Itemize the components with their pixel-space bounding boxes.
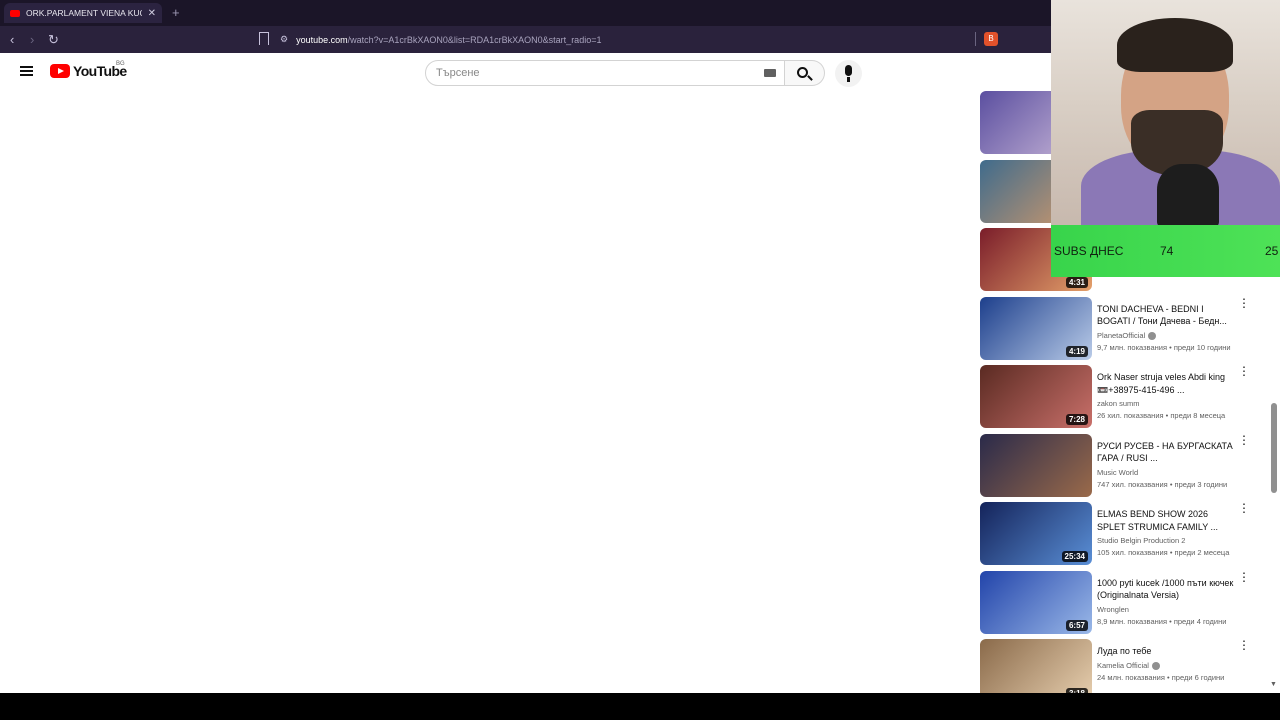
video-duration: 25:34 bbox=[1061, 551, 1088, 562]
more-options-icon[interactable]: ⋮ bbox=[1238, 365, 1250, 377]
video-channel-row: PlanetaOfficial bbox=[1097, 331, 1237, 340]
keyboard-icon[interactable] bbox=[764, 69, 776, 77]
video-meta: Луда по тебе Kamelia Official 24 млн. пока… bbox=[1097, 645, 1237, 682]
video-meta: 1000 pyti kucek /1000 пъти кючек (Origin… bbox=[1097, 577, 1237, 626]
more-options-icon[interactable]: ⋮ bbox=[1238, 502, 1250, 514]
related-video-item[interactable]: 7:28 Ork Naser struja veles Abdi king 📼+3… bbox=[980, 365, 1270, 429]
more-options-icon[interactable]: ⋮ bbox=[1238, 434, 1250, 446]
video-channel[interactable]: Kamelia Official bbox=[1097, 661, 1149, 670]
more-options-icon[interactable]: ⋮ bbox=[1238, 571, 1250, 583]
video-channel-row: Kamelia Official bbox=[1097, 661, 1237, 670]
reload-icon[interactable]: ↻ bbox=[48, 32, 59, 48]
video-title[interactable]: 1000 pyti kucek /1000 пъти кючек (Origin… bbox=[1097, 577, 1237, 602]
webcam-hair bbox=[1117, 18, 1233, 72]
video-channel[interactable]: Studio Belgin Production 2 bbox=[1097, 536, 1185, 545]
video-thumbnail[interactable]: 4:19 bbox=[980, 296, 1092, 360]
scroll-down-arrow-icon[interactable]: ▼ bbox=[1270, 681, 1277, 688]
video-thumbnail[interactable]: 6:57 bbox=[980, 570, 1092, 634]
more-options-icon[interactable]: ⋮ bbox=[1238, 297, 1250, 309]
youtube-logo[interactable]: YouTube BG bbox=[50, 61, 127, 79]
url-host: youtube.com bbox=[296, 34, 348, 45]
subs-value: 74 bbox=[1160, 244, 1174, 258]
video-thumbnail[interactable]: 3:18 bbox=[980, 639, 1092, 693]
webcam-microphone bbox=[1157, 164, 1219, 228]
video-channel-row: Wronglen bbox=[1097, 605, 1237, 614]
forward-icon[interactable]: › bbox=[30, 32, 34, 47]
verified-icon bbox=[1151, 661, 1160, 670]
video-title[interactable]: Ork Naser struja veles Abdi king 📼+38975… bbox=[1097, 371, 1237, 396]
more-options-icon[interactable]: ⋮ bbox=[1238, 639, 1250, 651]
video-title[interactable]: TONI DACHEVA - BEDNI I BOGATI / Тони Дач… bbox=[1097, 303, 1237, 328]
bookmark-icon[interactable] bbox=[259, 32, 269, 45]
video-meta: TONI DACHEVA - BEDNI I BOGATI / Тони Дач… bbox=[1097, 303, 1237, 352]
subs-counter-banner: SUBS ДНЕС 74 25 bbox=[1051, 225, 1280, 277]
related-video-item[interactable]: 3:18 Луда по тебе Kamelia Official 24 млн. … bbox=[980, 639, 1270, 693]
video-stats: 105 хил. показвания • преди 2 месеца bbox=[1097, 548, 1230, 557]
youtube-favicon-icon bbox=[10, 9, 20, 17]
menu-icon[interactable] bbox=[20, 66, 33, 76]
new-tab-button[interactable]: + bbox=[172, 5, 180, 20]
tab-title: ORK.PARLAMENT VIENA KUCHEK bbox=[26, 8, 142, 18]
related-video-item[interactable]: РУСИ РУСЕВ - НА БУРГАСКАТА ГАРА / RUSI .… bbox=[980, 433, 1270, 498]
youtube-play-icon bbox=[50, 64, 70, 78]
video-meta: Ork Naser struja veles Abdi king 📼+38975… bbox=[1097, 371, 1237, 420]
brave-shield-icon[interactable]: B bbox=[984, 32, 998, 46]
video-channel[interactable]: PlanetaOfficial bbox=[1097, 331, 1145, 340]
subs-label: SUBS ДНЕС bbox=[1054, 244, 1124, 258]
url-text: youtube.com/watch?v=A1crBkXAON0&list=RDA… bbox=[296, 35, 601, 45]
scrollbar-thumb[interactable] bbox=[1271, 403, 1277, 493]
url-path: /watch?v=A1crBkXAON0&list=RDA1crBkXAON0&… bbox=[347, 34, 602, 45]
back-icon[interactable]: ‹ bbox=[10, 32, 14, 47]
video-title[interactable]: РУСИ РУСЕВ - НА БУРГАСКАТА ГАРА / RUSI .… bbox=[1097, 440, 1237, 465]
search-input[interactable]: Търсене bbox=[425, 60, 785, 86]
search-button[interactable] bbox=[785, 60, 825, 86]
video-duration: 7:28 bbox=[1065, 414, 1088, 425]
video-channel-row: Music World bbox=[1097, 468, 1237, 477]
video-channel-row: zakon summ bbox=[1097, 399, 1237, 408]
video-stats: 26 хил. показвания • преди 8 месеца bbox=[1097, 411, 1226, 420]
bottom-black-bar bbox=[0, 693, 1280, 720]
related-video-item[interactable]: 4:19 TONI DACHEVA - BEDNI I BOGATI / Тони… bbox=[980, 296, 1270, 361]
video-meta: РУСИ РУСЕВ - НА БУРГАСКАТА ГАРА / RUSI .… bbox=[1097, 440, 1237, 489]
screen: ORK.PARLAMENT VIENA KUCHEK ✕ + ‹ › ↻ ⚙ y… bbox=[0, 0, 1280, 720]
voice-search-icon[interactable] bbox=[835, 60, 862, 87]
video-duration: 6:57 bbox=[1065, 619, 1088, 631]
related-video-item[interactable]: 6:57 1000 pyti kucek /1000 пъти кючек (Or… bbox=[980, 570, 1270, 635]
video-stats: 8,9 млн. показвания • преди 4 години bbox=[1097, 616, 1227, 626]
video-stats: 24 млн. показвания • преди 6 години bbox=[1097, 672, 1225, 682]
toolbar-divider bbox=[975, 32, 976, 46]
country-code: BG bbox=[116, 61, 125, 67]
search-icon bbox=[797, 67, 808, 78]
video-title[interactable]: Луда по тебе bbox=[1097, 645, 1237, 658]
video-channel[interactable]: Music World bbox=[1097, 468, 1138, 477]
video-channel[interactable]: zakon summ bbox=[1097, 399, 1140, 408]
browser-tab[interactable]: ORK.PARLAMENT VIENA KUCHEK ✕ bbox=[4, 3, 162, 23]
url-field[interactable]: ⚙ youtube.com/watch?v=A1crBkXAON0&list=R… bbox=[280, 30, 980, 49]
related-video-item[interactable]: 25:34 ELMAS BEND SHOW 2026 SPLET STRUMICA… bbox=[980, 502, 1270, 566]
video-thumbnail[interactable]: 25:34 bbox=[980, 502, 1092, 565]
webcam-overlay bbox=[1051, 0, 1280, 228]
video-thumbnail[interactable] bbox=[980, 433, 1092, 497]
subs-value-secondary: 25 bbox=[1265, 244, 1279, 258]
video-duration: 4:31 bbox=[1065, 277, 1088, 288]
video-duration: 4:19 bbox=[1065, 345, 1088, 357]
site-info-icon[interactable]: ⚙ bbox=[280, 34, 288, 45]
video-stats: 9,7 млн. показвания • преди 10 години bbox=[1097, 342, 1231, 352]
search-placeholder: Търсене bbox=[436, 67, 480, 79]
tab-close-icon[interactable]: ✕ bbox=[148, 8, 156, 19]
video-meta: ELMAS BEND SHOW 2026 SPLET STRUMICA FAMI… bbox=[1097, 508, 1237, 557]
video-stats: 747 хил. показвания • преди 3 години bbox=[1097, 479, 1228, 489]
video-channel[interactable]: Wronglen bbox=[1097, 605, 1129, 614]
verified-icon bbox=[1148, 331, 1157, 340]
video-thumbnail[interactable]: 7:28 bbox=[980, 365, 1092, 428]
video-channel-row: Studio Belgin Production 2 bbox=[1097, 536, 1237, 545]
video-title[interactable]: ELMAS BEND SHOW 2026 SPLET STRUMICA FAMI… bbox=[1097, 508, 1237, 533]
